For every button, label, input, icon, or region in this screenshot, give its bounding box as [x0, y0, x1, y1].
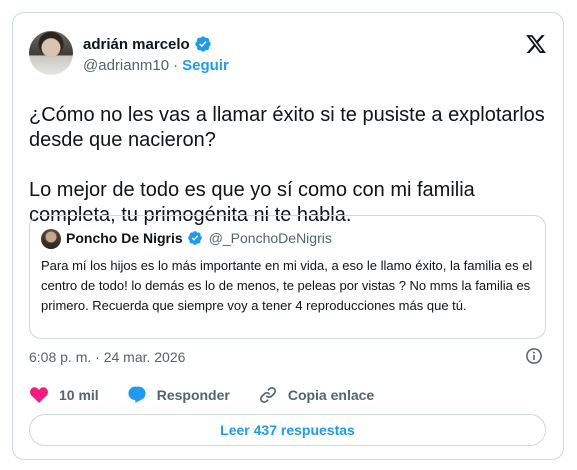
- quoted-header: Poncho De Nigris @_PonchoDeNigris: [66, 230, 332, 246]
- follow-button[interactable]: Seguir: [182, 57, 229, 74]
- like-count: 10 mil: [59, 387, 99, 403]
- verified-badge-icon: [195, 36, 211, 52]
- embedded-tweet-card: adrián marcelo @adrianm10 · Seguir ¿Cómo…: [12, 12, 564, 460]
- link-icon: [259, 386, 276, 404]
- reply-button[interactable]: Responder: [127, 385, 230, 405]
- author-handle[interactable]: @adrianm10: [83, 57, 169, 74]
- speech-bubble-icon: [128, 386, 146, 403]
- author-avatar[interactable]: [29, 31, 73, 75]
- info-icon[interactable]: [525, 347, 543, 365]
- like-button[interactable]: 10 mil: [29, 385, 99, 405]
- author-display-name[interactable]: adrián marcelo: [83, 36, 190, 53]
- author-name-row: adrián marcelo: [83, 35, 212, 53]
- quoted-tweet[interactable]: Poncho De Nigris @_PonchoDeNigris Para m…: [29, 215, 546, 339]
- tweet-actions: 10 mil Responder Copia enlace: [29, 385, 374, 405]
- author-handle-row: @adrianm10 · Seguir: [83, 57, 229, 74]
- x-logo-icon[interactable]: [525, 33, 547, 55]
- tweet-text: ¿Cómo no les vas a llamar éxito si te pu…: [29, 104, 545, 226]
- tweet-timestamp[interactable]: 6:08 p. m. · 24 mar. 2026: [29, 349, 185, 365]
- quoted-author-avatar: [41, 229, 61, 249]
- handle-separator: ·: [173, 57, 179, 74]
- heart-icon: [30, 387, 48, 403]
- copy-link-label: Copia enlace: [287, 387, 375, 403]
- read-replies-button[interactable]: Leer 437 respuestas: [29, 414, 546, 446]
- quoted-author-name: Poncho De Nigris: [66, 230, 183, 246]
- copy-link-button[interactable]: Copia enlace: [258, 385, 374, 405]
- quoted-text: Para mí los hijos es lo más importante e…: [41, 258, 533, 313]
- verified-badge-icon: [187, 231, 202, 245]
- quoted-author-handle: @_PonchoDeNigris: [208, 230, 332, 246]
- reply-label: Responder: [156, 387, 230, 403]
